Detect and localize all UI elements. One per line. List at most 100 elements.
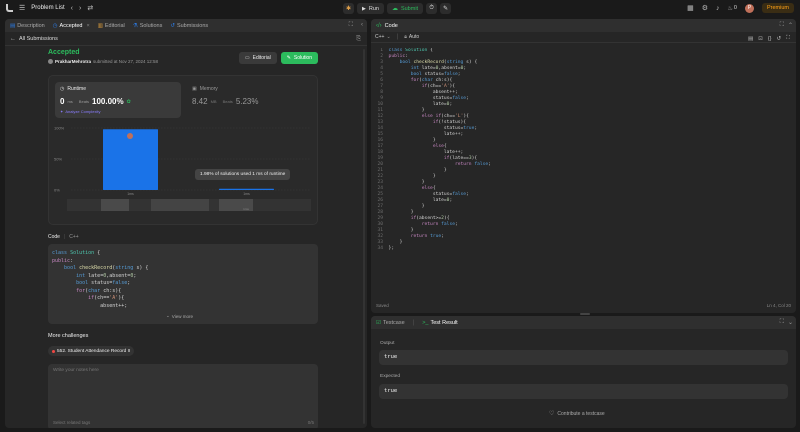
run-button[interactable]: ▶ Run [357,3,384,14]
book-icon: ▭ [244,55,250,61]
maximize-icon[interactable]: ⛶ [780,22,784,29]
fire-icon: ♨ [727,5,733,12]
chevron-down-icon: ⌄ [166,313,170,318]
streak-counter[interactable]: ♨ 0 [728,5,737,12]
memory-box[interactable]: ▣ Memory 8.42 MB Beats 5.23% [187,82,313,118]
range-brush-bar [101,199,129,211]
code-preview-line: int late=0,absent=0; [76,272,137,279]
submit-button[interactable]: ☁ Submit [386,3,424,14]
avatar[interactable]: P [744,3,754,13]
back-to-submissions[interactable]: ← All Submissions [10,36,58,42]
language-select[interactable]: C++ ⌄ [375,34,391,40]
view-more-button[interactable]: ⌄ View more [166,313,193,319]
runtime-box[interactable]: ◷ Runtime 0 ms Beats 100.00% ✿ ✦ Analyze… [55,82,181,118]
tab-testcase[interactable]: ☑ Testcase [376,320,405,326]
shuffle-icon[interactable]: ⇄ [87,4,93,12]
chart-bar [219,188,274,190]
premium-button[interactable]: Premium [761,3,794,13]
code-preview-line: bool checkRecord(string s) { [64,265,149,271]
challenge-chip[interactable]: 552. Student Attendance Record II [48,346,135,356]
output-label: Output [380,341,395,346]
code-line[interactable]: 34 }; [373,246,783,252]
settings-icon[interactable]: ⚙ [702,4,708,12]
more-challenges-title: More challenges [48,333,89,339]
x-tick-label: 1ms [127,192,134,196]
tab-test-result[interactable]: >_ Test Result [422,320,458,326]
y-tick-label: 50% [54,157,62,162]
clock-icon: ◷ [60,86,65,92]
checkbox-icon: ☑ [376,319,381,326]
leetcode-logo-icon[interactable] [6,4,13,12]
note-icon[interactable]: ▤ [748,36,753,42]
code-preview-line: public: [52,257,74,264]
expand-icon[interactable]: ⌃ [788,22,793,29]
heart-icon: ♡ [549,411,555,417]
play-icon: ▶ [362,5,366,12]
tab-solutions[interactable]: ⚗ Solutions [133,23,163,29]
collapse-icon[interactable]: ‹ [361,22,363,28]
save-status: Saved [376,303,389,308]
vertical-splitter[interactable] [368,19,370,428]
notes-placeholder: Write your notes here [53,368,99,373]
prev-problem-icon[interactable]: ‹ [71,5,73,12]
code-lang: C++ [69,234,79,240]
code-preview: class Solution {public: bool checkRecord… [48,244,318,324]
solution-button[interactable]: ✎ Solution [280,52,318,64]
reset-icon[interactable]: ↺ [777,36,782,42]
y-tick-label: 0% [54,188,60,193]
close-tab-icon[interactable]: × [86,23,89,29]
code-brackets-icon: ‹/› [376,22,382,29]
notes-area[interactable]: Write your notes here Select related tag… [48,364,318,428]
analyze-complexity-link[interactable]: ✦ Analyze Complexity [60,109,176,114]
auto-toggle[interactable]: 🔒︎ Auto [404,34,419,40]
maximize-icon[interactable]: ⛶ [349,22,353,29]
document-icon: ▤ [10,22,16,29]
notes-count: 0/5 [307,420,314,425]
check-icon: ◷ [52,22,58,29]
username[interactable]: PrakharMehrotra [55,59,91,64]
format-braces-icon[interactable]: {} [768,36,772,42]
list-icon: ☰ [19,5,26,12]
next-problem-icon[interactable]: › [79,5,81,12]
problem-list-link[interactable]: Problem List [31,5,64,11]
debug-button[interactable]: ✱ [343,3,354,14]
code-editor[interactable]: 1 class Solution {2 public: 3 bool checkR… [373,48,783,294]
bookmark-icon[interactable]: ⊡ [758,36,763,42]
tab-submissions[interactable]: ↺ Submissions [170,23,208,29]
memory-chip-icon: ▣ [192,86,197,92]
code-editor-panel: ‹/› Code ⛶ ⌃ C++ ⌄ | 🔒︎ Auto ▤ ⊡ {} ↺ ⛶ … [371,19,796,313]
collapse-icon[interactable]: ⌄ [788,319,793,326]
share-icon[interactable]: ⎘ [356,36,361,43]
code-preview-line: for(char ch:s){ [76,287,122,294]
code-preview-line: if(ch=='A'){ [88,295,125,301]
chevron-down-icon: ⌄ [386,34,391,40]
related-tags-input[interactable]: Select related tags [53,420,90,425]
layout-icon[interactable]: ▦ [687,4,694,12]
x-tick-label: 1ms [243,192,250,196]
chart-tooltip: 1.98% of solutions used 1 ms of runtime [195,169,291,180]
user-marker-icon [127,133,133,139]
tab-editorial[interactable]: ▥ Editorial [98,23,125,29]
tab-accepted[interactable]: ◷ Accepted × [53,23,90,29]
range-brush-window [151,199,209,211]
maximize-icon[interactable]: ⛶ [780,319,784,326]
history-icon: ↺ [170,22,175,29]
submission-detail: Accepted PrakharMehrotra submitted at No… [48,49,318,428]
cursor-position: Ln 4, Col 20 [766,303,791,308]
timer-icon[interactable]: ⏱ [426,3,438,14]
left-scrollbar[interactable] [363,49,365,424]
left-tabbar: ▤ Description ◷ Accepted × ▥ Editorial ⚗ Solu… [5,19,367,32]
tab-description[interactable]: ▤ Description [10,23,45,29]
terminal-icon: >_ [422,319,429,326]
fullscreen-icon[interactable]: ⛶ [786,35,790,42]
edit-icon: ✎ [286,55,291,61]
user-avatar [48,59,53,64]
editorial-button[interactable]: ▭ Editorial [238,52,277,64]
book-icon: ▥ [97,22,103,29]
contribute-testcase-link[interactable]: ♡ Contribute a testcase [549,410,605,418]
difficulty-dot-icon [52,349,55,353]
horizontal-splitter[interactable] [580,313,590,315]
y-tick-label: 100% [54,126,65,131]
notes-icon[interactable]: ✎ [440,3,452,14]
bell-icon[interactable]: ♪ [716,5,720,12]
